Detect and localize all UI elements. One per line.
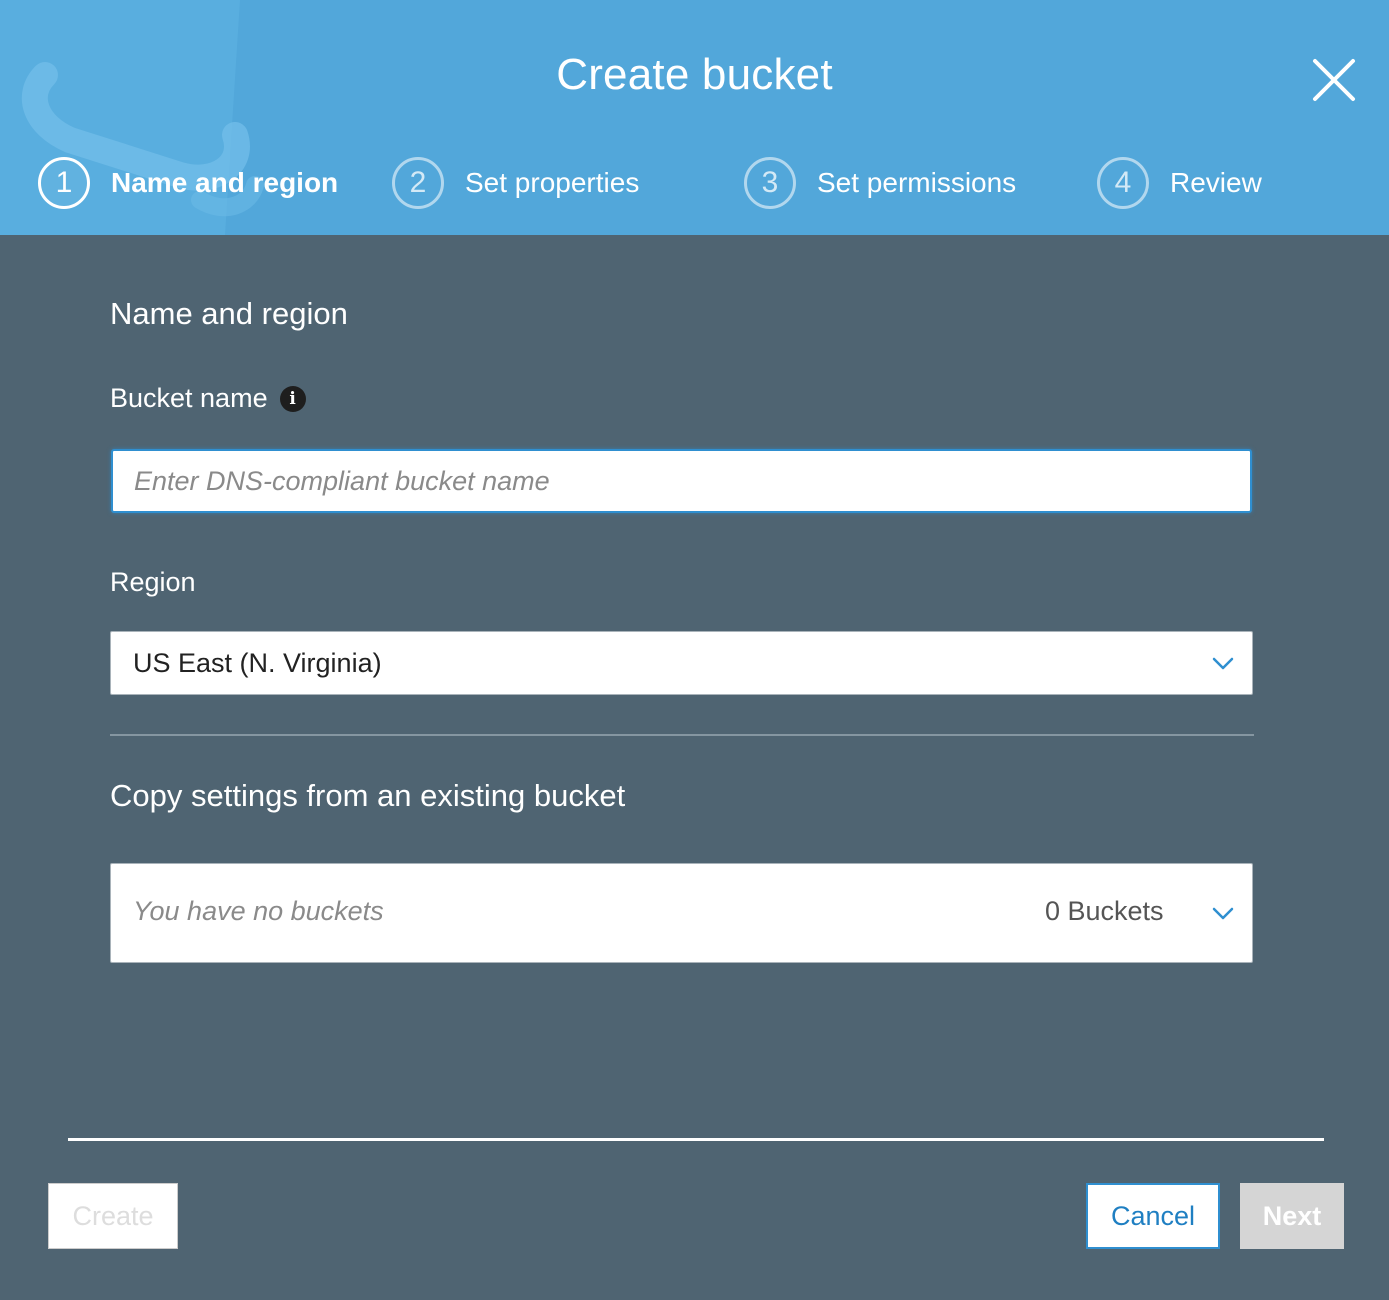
- section-title: Name and region: [110, 296, 348, 331]
- step-label: Review: [1170, 167, 1262, 198]
- region-label: Region: [110, 567, 196, 597]
- step-number: 1: [38, 157, 90, 209]
- cancel-button[interactable]: Cancel: [1086, 1183, 1220, 1249]
- info-icon[interactable]: i: [279, 385, 306, 412]
- region-select[interactable]: US East (N. Virginia): [110, 631, 1253, 695]
- bucket-name-input[interactable]: [111, 449, 1252, 513]
- create-button[interactable]: Create: [48, 1183, 178, 1249]
- step-number: 3: [744, 157, 796, 209]
- chevron-down-icon: [1212, 657, 1234, 670]
- dialog-header: Create bucket 1 Name and region 2 Set pr…: [0, 0, 1389, 235]
- copy-settings-placeholder: You have no buckets: [133, 896, 384, 926]
- close-button[interactable]: [1310, 56, 1358, 104]
- footer-divider: [68, 1138, 1324, 1141]
- step-name-and-region[interactable]: 1 Name and region: [38, 157, 338, 209]
- step-set-permissions[interactable]: 3 Set permissions: [744, 157, 1016, 209]
- section-divider: [110, 734, 1254, 736]
- bucket-name-label: Bucket name i: [110, 383, 306, 414]
- region-value: US East (N. Virginia): [133, 648, 382, 678]
- copy-settings-title: Copy settings from an existing bucket: [110, 778, 626, 813]
- step-review[interactable]: 4 Review: [1097, 157, 1262, 209]
- step-number: 2: [392, 157, 444, 209]
- next-button[interactable]: Next: [1240, 1183, 1344, 1249]
- step-label: Set properties: [465, 167, 640, 198]
- bucket-name-label-text: Bucket name: [110, 383, 268, 413]
- step-number: 4: [1097, 157, 1149, 209]
- close-icon: [1313, 59, 1355, 101]
- step-set-properties[interactable]: 2 Set properties: [392, 157, 639, 209]
- copy-settings-select[interactable]: You have no buckets 0 Buckets: [110, 863, 1253, 963]
- dialog-title: Create bucket: [556, 50, 833, 99]
- step-label: Name and region: [111, 167, 339, 198]
- chevron-down-icon: [1212, 907, 1234, 920]
- bucket-count: 0 Buckets: [1045, 896, 1164, 926]
- step-label: Set permissions: [817, 167, 1017, 198]
